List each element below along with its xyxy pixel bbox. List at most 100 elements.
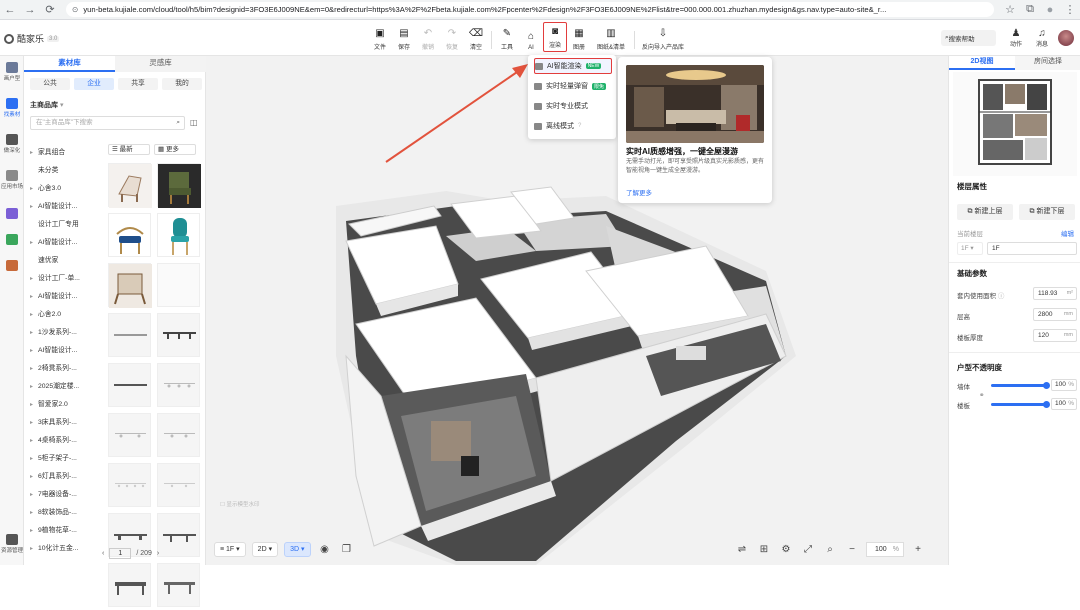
forward-icon[interactable]: → bbox=[20, 0, 40, 20]
product-thumb[interactable] bbox=[108, 163, 152, 208]
rail-item-plugin-purple[interactable] bbox=[0, 208, 24, 220]
site-info-icon[interactable]: ⊙ bbox=[72, 5, 78, 14]
tab-inspiration-library[interactable]: 灵感库 bbox=[115, 56, 206, 72]
app-logo[interactable]: 酷家乐 3.0 bbox=[4, 32, 60, 45]
product-thumb[interactable] bbox=[157, 313, 200, 357]
category-item[interactable]: 设计工厂专用 bbox=[30, 216, 104, 234]
category-item[interactable]: AI智能设计... bbox=[30, 198, 104, 216]
category-item[interactable]: 速优家 bbox=[30, 252, 104, 270]
learn-more-link[interactable]: 了解更多 bbox=[626, 187, 652, 197]
add-upper-floor-button[interactable]: ⧉ 新建上层 bbox=[957, 204, 1013, 220]
clear-button[interactable]: ⌫ 清空 bbox=[464, 23, 488, 53]
product-thumb[interactable] bbox=[108, 363, 151, 407]
scope-shared[interactable]: 共享 bbox=[118, 78, 158, 90]
product-thumb[interactable] bbox=[157, 513, 200, 557]
area-input[interactable]: 118.93 m² bbox=[1033, 287, 1077, 300]
activity-button[interactable]: ♟ 动作 bbox=[1006, 28, 1026, 48]
extensions-icon[interactable]: ⧉ bbox=[1020, 0, 1040, 20]
messages-button[interactable]: ♫ 消息 bbox=[1032, 28, 1052, 48]
tab-room-select[interactable]: 房间选择 bbox=[1015, 56, 1080, 70]
category-item[interactable]: 1沙发系列-... bbox=[30, 324, 104, 342]
next-page-icon[interactable]: › bbox=[157, 550, 159, 557]
category-item[interactable]: AI智能设计... bbox=[30, 288, 104, 306]
minimap[interactable] bbox=[953, 72, 1077, 176]
category-item[interactable]: 10化计五金... bbox=[30, 540, 104, 558]
category-item[interactable]: 2椅凳系列-... bbox=[30, 360, 104, 378]
zoom-search-icon[interactable]: ⌕ bbox=[822, 542, 838, 557]
search-help-input[interactable]: ⌕ 搜索帮助 bbox=[941, 30, 996, 46]
tab-2d-view[interactable]: 2D视图 bbox=[949, 56, 1015, 70]
slab-opacity-input[interactable]: 100% bbox=[1051, 398, 1077, 410]
category-item[interactable]: AI智能设计... bbox=[30, 234, 104, 252]
ai-button[interactable]: ⌂ AI bbox=[519, 23, 543, 53]
profile-icon[interactable]: ● bbox=[1040, 0, 1060, 20]
file-button[interactable]: ▣ 文件 bbox=[368, 23, 392, 53]
category-item[interactable]: 4桌椅系列-... bbox=[30, 432, 104, 450]
render-button[interactable]: ◙ 渲染 bbox=[543, 22, 567, 52]
product-thumb[interactable] bbox=[157, 563, 200, 607]
album-button[interactable]: ▦ 图册 bbox=[567, 23, 591, 53]
view-2d-select[interactable]: 2D ▾ bbox=[251, 542, 279, 557]
menu-item-realtime-light[interactable]: 实时轻量弹窗 限免 bbox=[534, 78, 612, 94]
menu-item-realtime-pro[interactable]: 实时专业模式 bbox=[534, 98, 612, 114]
camera-view-icon[interactable]: ⊞ bbox=[756, 542, 772, 557]
undo-button[interactable]: ↶ 撤销 bbox=[416, 23, 440, 53]
current-floor-input[interactable]: 1F bbox=[987, 242, 1077, 255]
scope-public[interactable]: 公共 bbox=[30, 78, 70, 90]
rail-item-floorplan[interactable]: 画户型 bbox=[0, 62, 24, 82]
rail-item-deepen[interactable]: 做深化 bbox=[0, 134, 24, 154]
category-item[interactable]: 3床具系列-... bbox=[30, 414, 104, 432]
slab-opacity-slider[interactable] bbox=[991, 400, 1050, 408]
category-item[interactable]: 心舍2.0 bbox=[30, 306, 104, 324]
scope-enterprise[interactable]: 企业 bbox=[74, 78, 114, 90]
library-search-input[interactable]: 在"主商品库"下搜索 ⌕ bbox=[30, 116, 185, 130]
layers-stack-icon[interactable]: ❐ bbox=[339, 542, 355, 557]
product-thumb[interactable] bbox=[157, 163, 201, 208]
drawings-list-button[interactable]: ▥ 图纸&清单 bbox=[591, 23, 631, 53]
back-icon[interactable]: ← bbox=[0, 0, 20, 20]
category-item[interactable]: 心舍3.0 bbox=[30, 180, 104, 198]
product-thumb[interactable] bbox=[157, 363, 200, 407]
sort-latest-select[interactable]: ☰ 最新 bbox=[108, 144, 150, 155]
rail-item-plugin-orange[interactable] bbox=[0, 260, 24, 272]
panel-toggle-icon[interactable]: ◫ bbox=[190, 118, 198, 127]
category-item[interactable]: 6灯具系列-... bbox=[30, 468, 104, 486]
category-item[interactable]: 8软装饰品-... bbox=[30, 504, 104, 522]
rail-item-find-material[interactable]: 找素材 bbox=[0, 98, 24, 118]
page-input[interactable]: 1 bbox=[109, 548, 132, 559]
prev-page-icon[interactable]: ‹ bbox=[102, 550, 104, 557]
fit-icon[interactable]: ⤢ bbox=[800, 542, 816, 557]
redo-button[interactable]: ↷ 恢复 bbox=[440, 23, 464, 53]
rail-item-app-market[interactable]: 应用市场 bbox=[0, 170, 24, 190]
product-thumb[interactable] bbox=[157, 213, 200, 257]
category-item[interactable]: 5柜子架子-... bbox=[30, 450, 104, 468]
product-thumb[interactable] bbox=[108, 213, 151, 257]
product-thumb[interactable] bbox=[108, 463, 151, 507]
tools-button[interactable]: ✎ 工具 bbox=[495, 23, 519, 53]
more-filter-button[interactable]: ▦ 更多 bbox=[154, 144, 196, 155]
link-icon[interactable]: ⚭ bbox=[979, 391, 984, 399]
product-thumb[interactable] bbox=[157, 413, 200, 457]
search-icon[interactable]: ⌕ bbox=[176, 117, 180, 129]
zoom-input[interactable]: 100% bbox=[866, 542, 904, 557]
product-thumb[interactable] bbox=[108, 413, 151, 457]
product-thumb[interactable] bbox=[157, 463, 200, 507]
tab-material-library[interactable]: 素材库 bbox=[24, 56, 115, 72]
add-lower-floor-button[interactable]: ⧉ 新建下层 bbox=[1019, 204, 1075, 220]
category-item[interactable]: 7电器设备-... bbox=[30, 486, 104, 504]
avatar[interactable] bbox=[1058, 30, 1074, 46]
category-item[interactable]: 9植物花草-... bbox=[30, 522, 104, 540]
category-item[interactable]: 2025潮定楼... bbox=[30, 378, 104, 396]
wall-opacity-input[interactable]: 100% bbox=[1051, 379, 1077, 391]
settings-view-icon[interactable]: ⚙ bbox=[778, 542, 794, 557]
thickness-input[interactable]: 120 mm bbox=[1033, 329, 1077, 342]
address-bar[interactable]: ⊙ yun-beta.kujiale.com/cloud/tool/h5/bim… bbox=[66, 2, 994, 17]
product-thumb[interactable] bbox=[108, 563, 151, 607]
zoom-out-icon[interactable]: − bbox=[844, 542, 860, 557]
category-item[interactable]: 智爱家2.0 bbox=[30, 396, 104, 414]
view-3d-select[interactable]: 3D ▾ bbox=[284, 542, 311, 557]
eye-icon[interactable]: ◉ bbox=[317, 542, 333, 557]
category-item[interactable]: 家具组合 bbox=[30, 144, 104, 162]
height-input[interactable]: 2800 mm bbox=[1033, 308, 1077, 321]
menu-item-offline[interactable]: 离线模式? bbox=[534, 118, 612, 134]
